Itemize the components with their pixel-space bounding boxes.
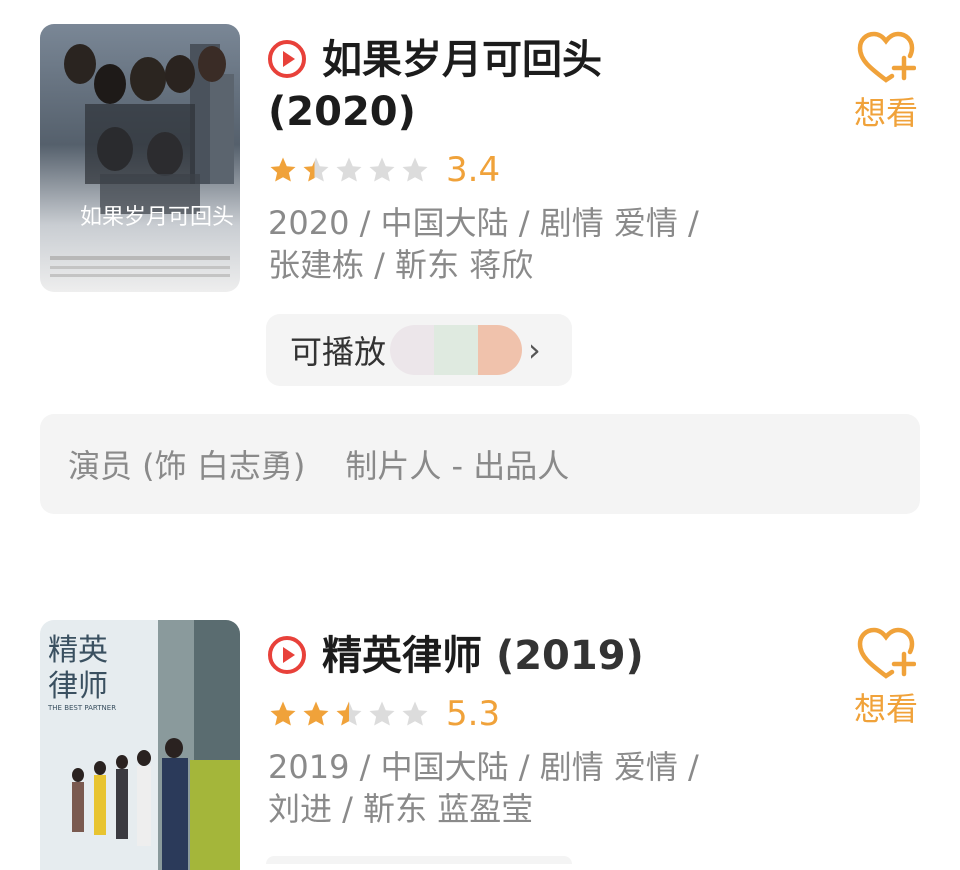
role-info-box: 演员 (饰 白志勇) 制片人 - 出品人 bbox=[40, 414, 920, 514]
poster-title-2b: 律师 bbox=[48, 669, 108, 704]
star-icon bbox=[303, 701, 329, 726]
title-row-2[interactable]: 精英律师 (2019) bbox=[268, 630, 644, 682]
star-empty-icon bbox=[336, 157, 362, 182]
want-label-1: 想看 bbox=[853, 94, 918, 132]
rating-row-2: 5.3 bbox=[268, 694, 500, 734]
rating-row-1: 3.4 bbox=[268, 150, 500, 190]
want-to-watch-button-2[interactable]: 想看 bbox=[846, 626, 926, 730]
rating-score-1: 3.4 bbox=[446, 150, 501, 190]
chevron-right-icon: › bbox=[528, 331, 541, 369]
meta-line-2: 刘进 / 靳东 蓝盈莹 bbox=[268, 790, 534, 828]
movie-title-2[interactable]: 精英律师 (2019) bbox=[322, 630, 644, 682]
star-empty-icon bbox=[402, 701, 428, 726]
playable-button-2[interactable] bbox=[266, 856, 572, 864]
movie-meta-2: 2019 / 中国大陆 / 剧情 爱情 / 刘进 / 靳东 蓝盈莹 bbox=[268, 746, 788, 830]
movie-meta-1: 2020 / 中国大陆 / 剧情 爱情 / 张建栋 / 靳东 蒋欣 bbox=[268, 202, 788, 286]
movie-title-1[interactable]: 如果岁月可回头 bbox=[322, 34, 602, 86]
movie-card-1[interactable]: 如果岁月可回头 如果岁月可回头 (2020) 3.4 2020 / 中国大陆 /… bbox=[0, 0, 960, 540]
meta-line-1: 2020 / 中国大陆 / 剧情 爱情 / bbox=[268, 204, 699, 242]
platform-logo bbox=[478, 325, 523, 375]
star-icon bbox=[270, 157, 296, 182]
star-empty-icon bbox=[369, 157, 395, 182]
poster-image-1[interactable]: 如果岁月可回头 bbox=[40, 24, 240, 292]
poster-art-2: 精英 律师 THE BEST PARTNER bbox=[40, 620, 240, 870]
role-text-2: 制片人 - 出品人 bbox=[345, 447, 570, 485]
title-row-1[interactable]: 如果岁月可回头 (2020) bbox=[268, 34, 602, 138]
movie-title-2-text: 精英律师 bbox=[322, 633, 482, 679]
heart-plus-icon bbox=[857, 627, 916, 679]
star-empty-icon bbox=[369, 701, 395, 726]
movie-card-2[interactable]: 精英 律师 THE BEST PARTNER 精英律师 (2019) 5.3 2… bbox=[0, 600, 960, 870]
star-half-icon bbox=[336, 701, 362, 726]
platform-logo bbox=[434, 325, 479, 375]
star-icon bbox=[270, 701, 296, 726]
want-label-2: 想看 bbox=[853, 690, 918, 728]
star-rating-2 bbox=[268, 699, 430, 729]
star-rating-1 bbox=[268, 155, 430, 185]
play-circle-icon[interactable] bbox=[268, 636, 306, 674]
poster-subtitle-2: THE BEST PARTNER bbox=[47, 704, 116, 712]
poster-title-2a: 精英 bbox=[48, 633, 108, 668]
rating-score-2: 5.3 bbox=[446, 694, 501, 734]
role-text: 演员 (饰 白志勇) bbox=[68, 447, 306, 485]
platform-logo bbox=[390, 325, 435, 375]
movie-year-1: (2020) bbox=[268, 89, 416, 135]
meta-line-1: 2019 / 中国大陆 / 剧情 爱情 / bbox=[268, 748, 699, 786]
poster-art-1: 如果岁月可回头 bbox=[40, 24, 240, 292]
meta-line-2: 张建栋 / 靳东 蒋欣 bbox=[268, 246, 534, 284]
platform-logos bbox=[390, 325, 523, 375]
star-empty-icon bbox=[402, 157, 428, 182]
poster-title-1: 如果岁月可回头 bbox=[80, 205, 234, 230]
movie-year-2: (2019) bbox=[495, 633, 644, 679]
star-half-icon bbox=[303, 157, 329, 182]
playable-button[interactable]: 可播放 › bbox=[266, 314, 572, 386]
playable-label: 可播放 bbox=[290, 333, 387, 371]
poster-image-2[interactable]: 精英 律师 THE BEST PARTNER bbox=[40, 620, 240, 870]
heart-plus-icon bbox=[857, 31, 916, 83]
want-to-watch-button-1[interactable]: 想看 bbox=[846, 30, 926, 134]
play-circle-icon[interactable] bbox=[268, 40, 306, 78]
